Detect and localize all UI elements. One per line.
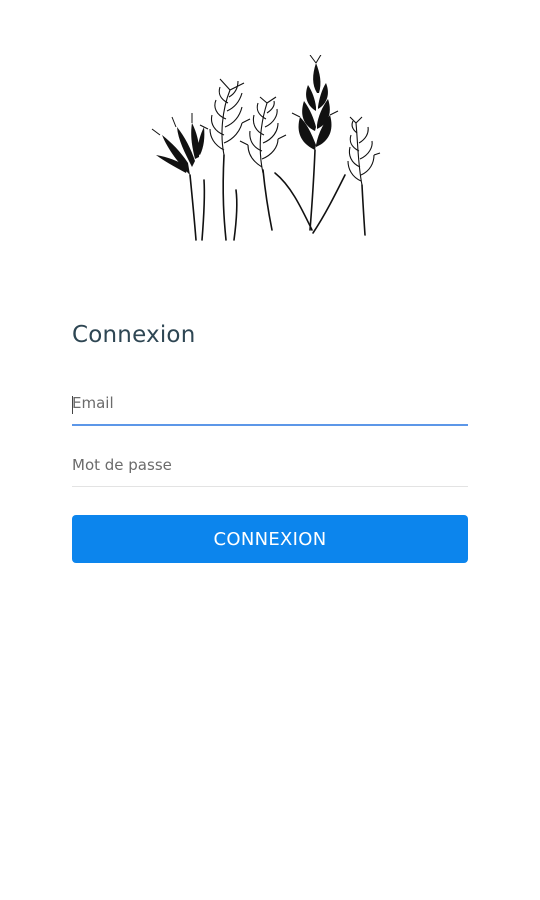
text-caret: [72, 396, 73, 414]
login-button[interactable]: CONNEXION: [72, 515, 468, 563]
login-form: Connexion CONNEXION: [72, 318, 468, 563]
password-field[interactable]: [72, 452, 468, 486]
page-title: Connexion: [72, 322, 196, 348]
wheat-logo-icon: [150, 55, 385, 250]
email-field-container: [72, 390, 468, 426]
wheat-stalks-illustration: [151, 55, 381, 241]
email-field[interactable]: [72, 390, 468, 424]
password-field-container: [72, 452, 468, 487]
